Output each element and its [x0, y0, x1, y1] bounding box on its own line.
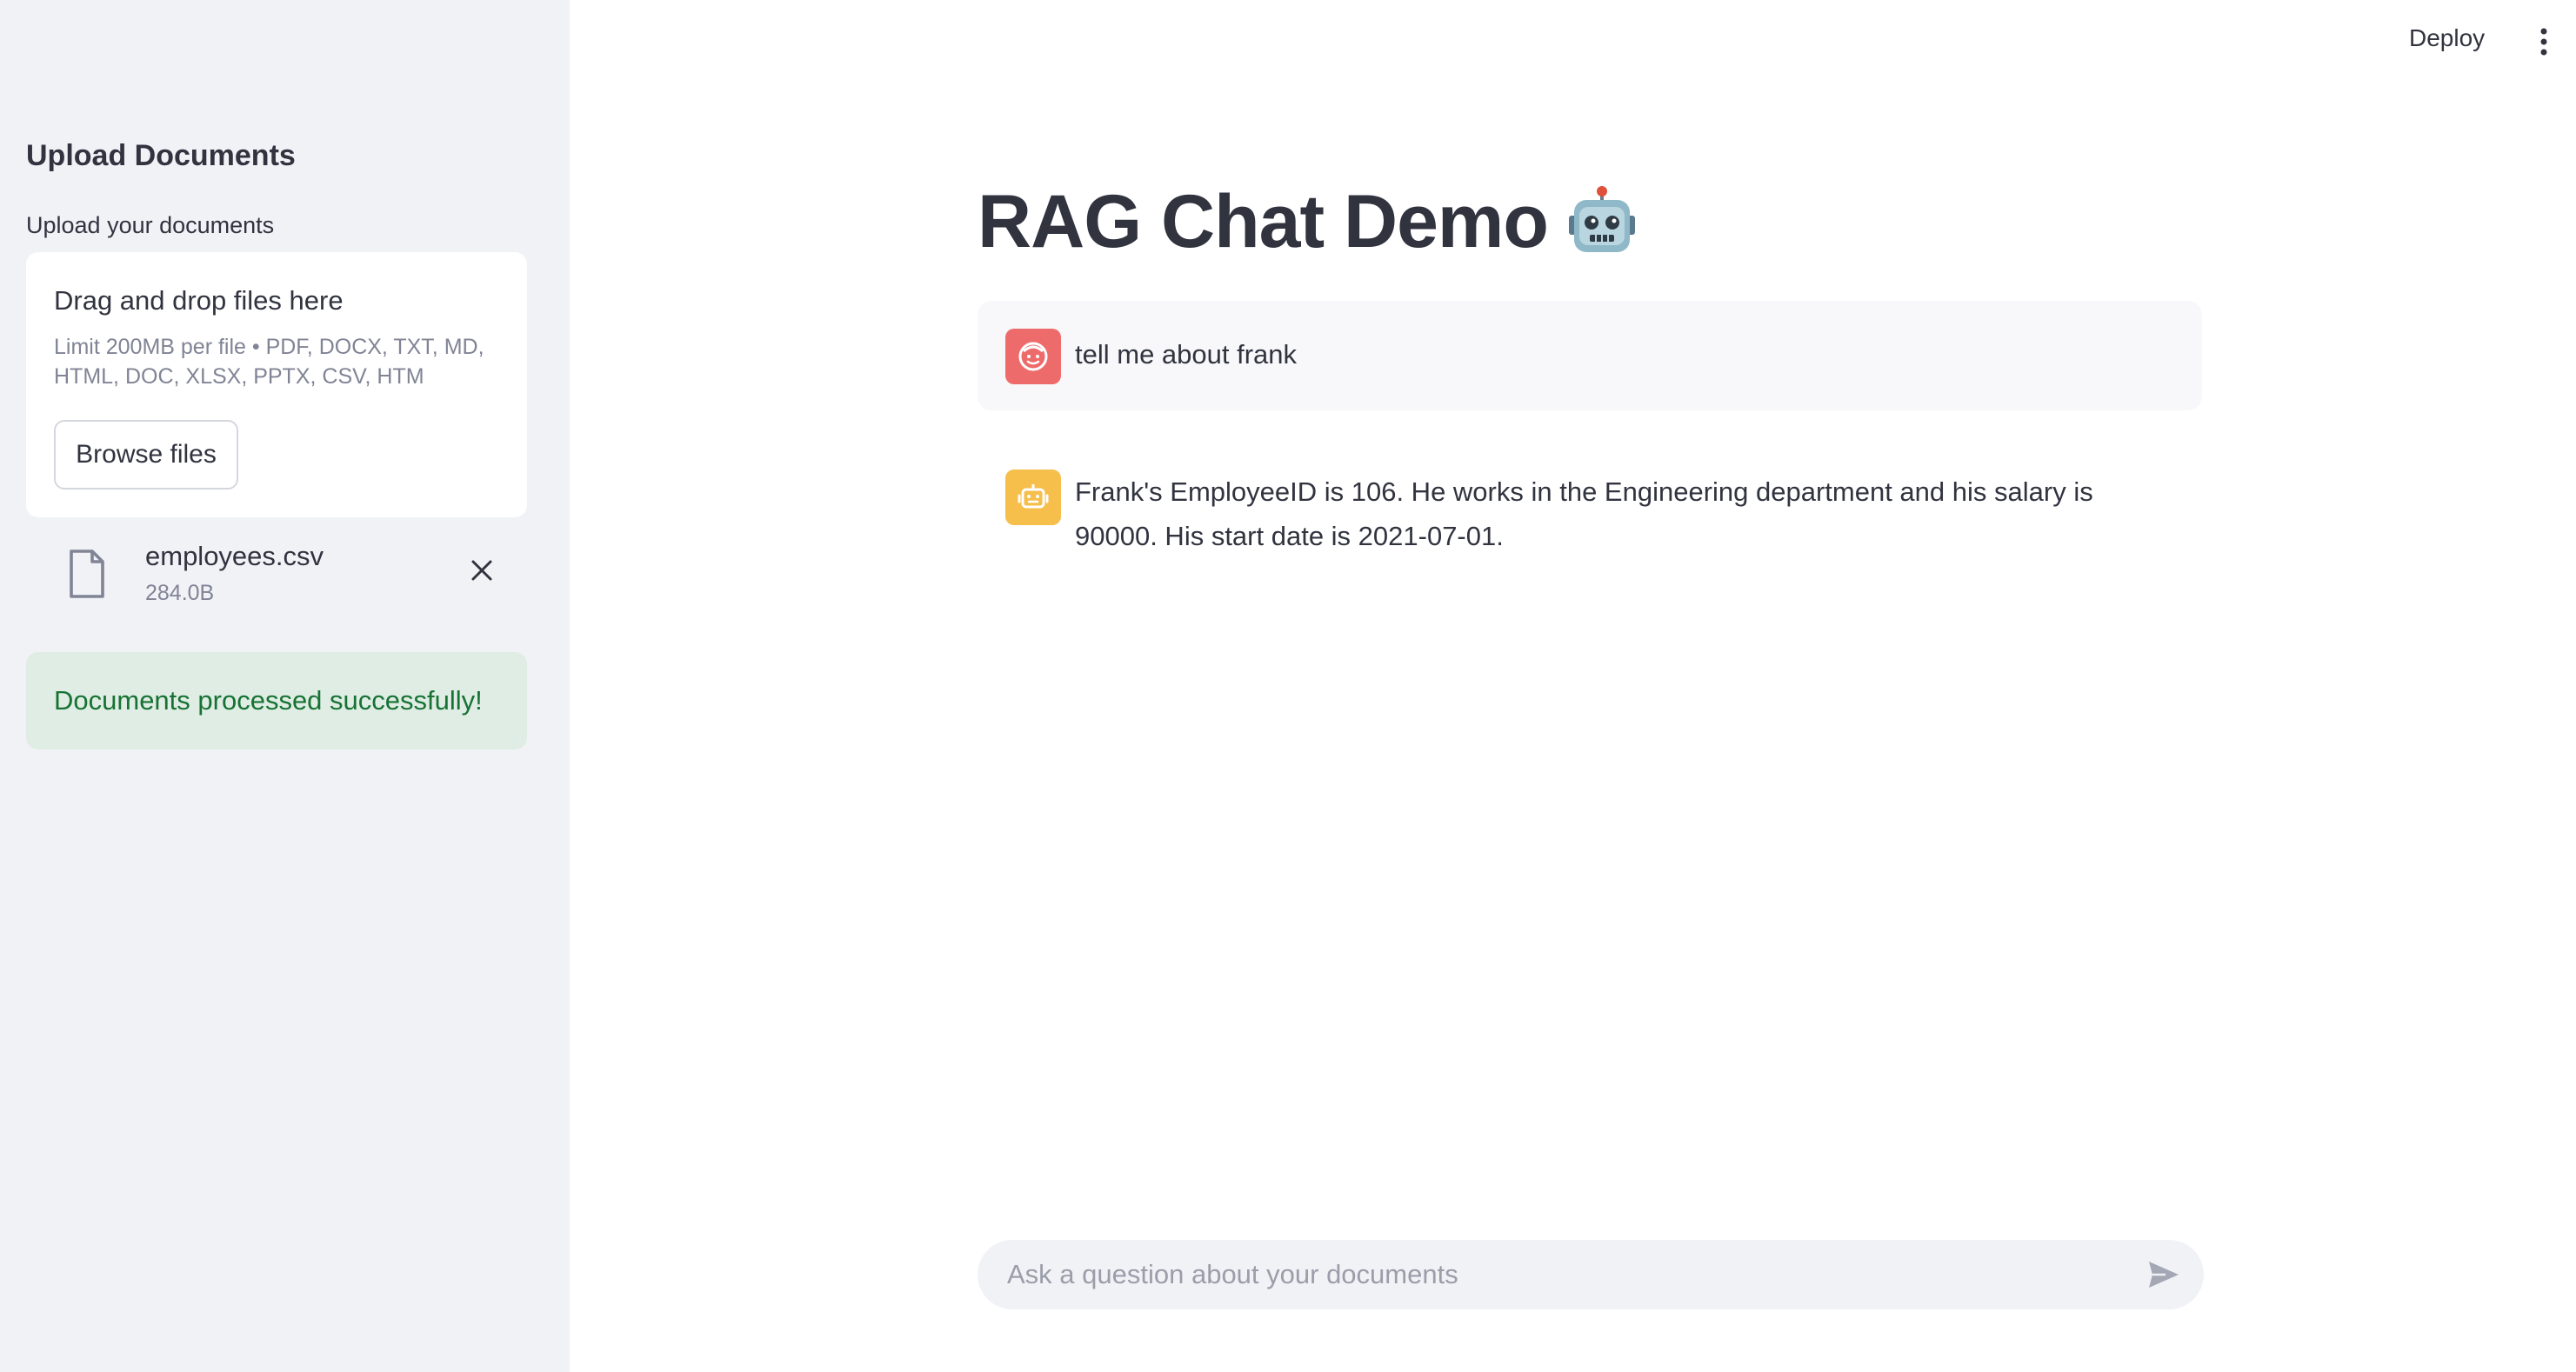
file-name: employees.csv — [145, 541, 324, 571]
assistant-avatar — [1005, 470, 1061, 525]
chat-input[interactable]: Ask a question about your documents — [978, 1240, 2204, 1309]
uploaded-file-row: employees.csv 284.0B — [26, 532, 527, 619]
deploy-button[interactable]: Deploy — [2409, 24, 2485, 63]
file-dropzone[interactable]: Drag and drop files here Limit 200MB per… — [26, 252, 527, 517]
bot-icon — [1018, 484, 1049, 509]
page-title-text: RAG Chat Demo — [978, 180, 1549, 263]
page-title: RAG Chat Demo — [978, 179, 1638, 265]
close-icon — [471, 560, 492, 581]
success-message: Documents processed successfully! — [54, 685, 483, 716]
success-alert: Documents processed successfully! — [26, 652, 527, 749]
file-size: 284.0B — [145, 581, 215, 605]
dropzone-limit-text: Limit 200MB per file • PDF, DOCX, TXT, M… — [54, 335, 484, 389]
app-root: Upload Documents Upload your documents D… — [0, 0, 2576, 1372]
smiley-icon — [1018, 342, 1048, 371]
user-avatar — [1005, 329, 1061, 384]
sidebar-heading: Upload Documents — [26, 139, 296, 172]
dropzone-title: Drag and drop files here — [54, 285, 344, 316]
file-icon — [70, 549, 104, 598]
assistant-message-text: Frank's EmployeeID is 106. He works in t… — [1075, 476, 2093, 551]
upload-label: Upload your documents — [26, 212, 275, 238]
remove-file-button[interactable] — [464, 553, 499, 588]
robot-icon — [1568, 185, 1635, 252]
browse-files-button[interactable]: Browse files — [54, 420, 238, 490]
chat-message-assistant: Frank's EmployeeID is 106. He works in t… — [978, 452, 2202, 565]
sidebar: Upload Documents Upload your documents D… — [0, 0, 570, 1372]
chat-message-user: tell me about frank — [978, 301, 2202, 410]
user-message-text: tell me about frank — [1075, 339, 1298, 370]
send-icon[interactable] — [2146, 1257, 2181, 1292]
vertical-dots-icon[interactable] — [2531, 26, 2557, 57]
chat-input-placeholder: Ask a question about your documents — [1007, 1259, 1458, 1289]
